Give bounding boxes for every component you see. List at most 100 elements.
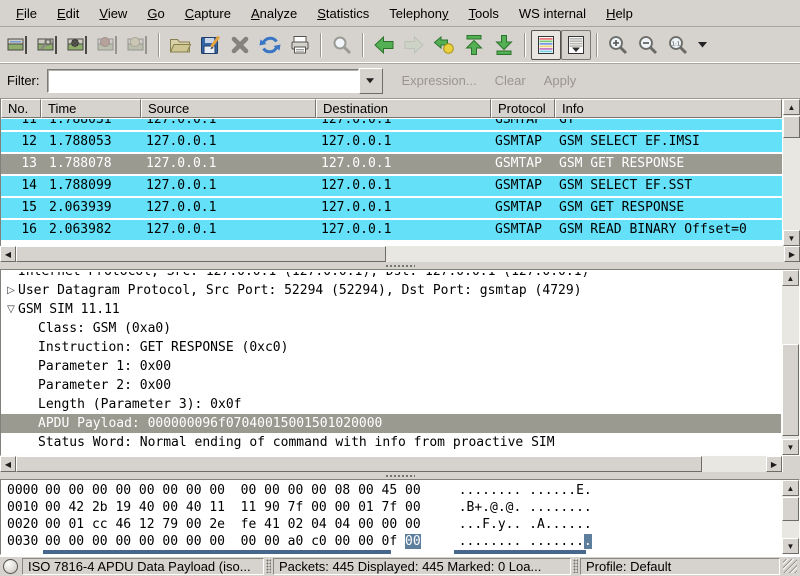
scrollbar-thumb[interactable] xyxy=(16,246,386,262)
open-file-button[interactable] xyxy=(165,30,195,60)
scroll-down-button[interactable]: ▼ xyxy=(782,538,799,554)
scroll-up-button[interactable]: ▲ xyxy=(782,270,799,286)
detail-row[interactable]: Parameter 1: 0x00 xyxy=(1,357,781,376)
scroll-down-button[interactable]: ▼ xyxy=(782,439,799,455)
hex-row[interactable]: 0010 00 42 2b 19 40 00 40 11 11 90 7f 00… xyxy=(7,499,781,516)
packet-row[interactable]: 14 1.788099 127.0.0.1 127.0.0.1 GSMTAP G… xyxy=(1,176,782,196)
detail-row[interactable]: Internet Protocol, Src: 127.0.0.1 (127.0… xyxy=(1,272,781,281)
packet-row[interactable]: 13 1.788078 127.0.0.1 127.0.0.1 GSMTAP G… xyxy=(1,154,782,174)
column-header-source[interactable]: Source xyxy=(141,99,316,118)
zoom-in-button[interactable] xyxy=(603,30,633,60)
go-back-button[interactable] xyxy=(369,30,399,60)
list-interfaces-button[interactable] xyxy=(3,30,33,60)
expander-icon[interactable] xyxy=(24,376,38,395)
filter-dropdown-button[interactable] xyxy=(359,68,383,94)
expander-icon[interactable]: ▷ xyxy=(4,281,18,300)
scroll-down-button[interactable]: ▼ xyxy=(783,230,800,246)
capture-start-button[interactable] xyxy=(63,30,93,60)
expander-icon[interactable] xyxy=(24,414,38,433)
close-file-button[interactable] xyxy=(225,30,255,60)
column-header-info[interactable]: Info xyxy=(555,99,782,118)
scroll-up-button[interactable]: ▲ xyxy=(783,99,800,115)
hex-row[interactable]: 0030 00 00 00 00 00 00 00 00 00 00 a0 c0… xyxy=(7,533,781,550)
hex-row[interactable]: 0020 00 01 cc 46 12 79 00 2e fe 41 02 04… xyxy=(7,516,781,533)
scrollbar-thumb[interactable] xyxy=(782,344,799,436)
menu-item[interactable]: Capture xyxy=(175,2,241,25)
column-header-time[interactable]: Time xyxy=(41,99,141,118)
detail-row[interactable]: Status Word: Normal ending of command wi… xyxy=(1,433,781,452)
scroll-up-button[interactable]: ▲ xyxy=(782,480,799,496)
filter-input[interactable] xyxy=(47,69,359,93)
detail-row[interactable]: ▽ GSM SIM 11.11 xyxy=(1,300,781,319)
status-profile[interactable]: Profile: Default xyxy=(580,558,780,575)
detail-row[interactable]: Instruction: GET RESPONSE (0xc0) xyxy=(1,338,781,357)
find-packet-button[interactable] xyxy=(327,30,357,60)
menu-item[interactable]: Edit xyxy=(47,2,89,25)
expander-icon[interactable]: ▽ xyxy=(4,300,18,319)
scrollbar-track[interactable] xyxy=(782,286,799,439)
save-file-button[interactable] xyxy=(195,30,225,60)
menu-item[interactable]: Telephony xyxy=(379,2,458,25)
scrollbar-track[interactable] xyxy=(386,246,784,262)
go-to-packet-button[interactable] xyxy=(429,30,459,60)
detail-row[interactable]: ▷ User Datagram Protocol, Src Port: 5229… xyxy=(1,281,781,300)
resize-grip[interactable] xyxy=(783,559,797,573)
menu-item[interactable]: File xyxy=(6,2,47,25)
menu-item[interactable]: Tools xyxy=(459,2,509,25)
scrollbar-thumb[interactable] xyxy=(16,456,702,472)
packet-list-hscrollbar[interactable]: ◀ ▶ xyxy=(0,246,800,262)
menu-item[interactable]: Go xyxy=(137,2,174,25)
details-hscrollbar[interactable]: ◀ ▶ xyxy=(0,456,782,472)
menu-item[interactable]: Help xyxy=(596,2,643,25)
zoom-normal-button[interactable]: 1:1 xyxy=(663,30,693,60)
hex-row[interactable]: 0000 00 00 00 00 00 00 00 00 00 00 00 00… xyxy=(7,482,781,499)
colorize-packets-button[interactable] xyxy=(531,30,561,60)
expander-icon[interactable] xyxy=(24,433,38,452)
go-to-bottom-button[interactable] xyxy=(489,30,519,60)
detail-row[interactable]: Length (Parameter 3): 0x0f xyxy=(1,395,781,414)
packet-row[interactable]: 15 2.063939 127.0.0.1 127.0.0.1 GSMTAP G… xyxy=(1,198,782,218)
pane-splitter[interactable] xyxy=(0,472,800,479)
expression-button[interactable]: Expression... xyxy=(393,73,486,88)
hex-vscrollbar[interactable]: ▲ ▼ xyxy=(781,480,799,554)
scrollbar-track[interactable] xyxy=(783,115,800,230)
packet-list-vscrollbar[interactable]: ▲ ▼ xyxy=(782,99,800,246)
detail-row[interactable]: Parameter 2: 0x00 xyxy=(1,376,781,395)
menu-item[interactable]: Analyze xyxy=(241,2,307,25)
scrollbar-track[interactable] xyxy=(702,456,766,472)
statusbar-handle[interactable] xyxy=(266,559,271,573)
capture-options-button[interactable] xyxy=(33,30,63,60)
column-header-no[interactable]: No. xyxy=(1,99,41,118)
zoom-out-button[interactable] xyxy=(633,30,663,60)
print-button[interactable] xyxy=(285,30,315,60)
pane-splitter[interactable] xyxy=(0,262,800,269)
scrollbar-thumb[interactable] xyxy=(782,497,799,521)
statusbar-handle[interactable] xyxy=(573,559,578,573)
details-vscrollbar[interactable]: ▲ ▼ xyxy=(781,270,799,455)
expander-icon[interactable] xyxy=(24,357,38,376)
packet-row[interactable]: 12 1.788053 127.0.0.1 127.0.0.1 GSMTAP G… xyxy=(1,132,782,152)
go-to-top-button[interactable] xyxy=(459,30,489,60)
scrollbar-track[interactable] xyxy=(782,496,799,538)
auto-scroll-button[interactable] xyxy=(561,30,591,60)
column-header-destination[interactable]: Destination xyxy=(316,99,491,118)
scroll-left-button[interactable]: ◀ xyxy=(0,456,16,472)
menu-item[interactable]: Statistics xyxy=(307,2,379,25)
detail-row[interactable]: APDU Payload: 000000096f0704001500150102… xyxy=(1,414,781,433)
capture-stop-button[interactable] xyxy=(93,30,123,60)
expander-icon[interactable] xyxy=(24,319,38,338)
toolbar-overflow-button[interactable] xyxy=(693,30,713,60)
scroll-right-button[interactable]: ▶ xyxy=(784,246,800,262)
expander-icon[interactable] xyxy=(24,338,38,357)
clear-button[interactable]: Clear xyxy=(486,73,535,88)
reload-file-button[interactable] xyxy=(255,30,285,60)
scrollbar-thumb[interactable] xyxy=(783,116,800,138)
capture-restart-button[interactable] xyxy=(123,30,153,60)
detail-row[interactable]: Class: GSM (0xa0) xyxy=(1,319,781,338)
apply-button[interactable]: Apply xyxy=(535,73,586,88)
menu-item[interactable]: View xyxy=(89,2,137,25)
scroll-left-button[interactable]: ◀ xyxy=(0,246,16,262)
expander-icon[interactable] xyxy=(24,395,38,414)
column-header-protocol[interactable]: Protocol xyxy=(491,99,555,118)
menu-item[interactable]: WS internal xyxy=(509,2,596,25)
